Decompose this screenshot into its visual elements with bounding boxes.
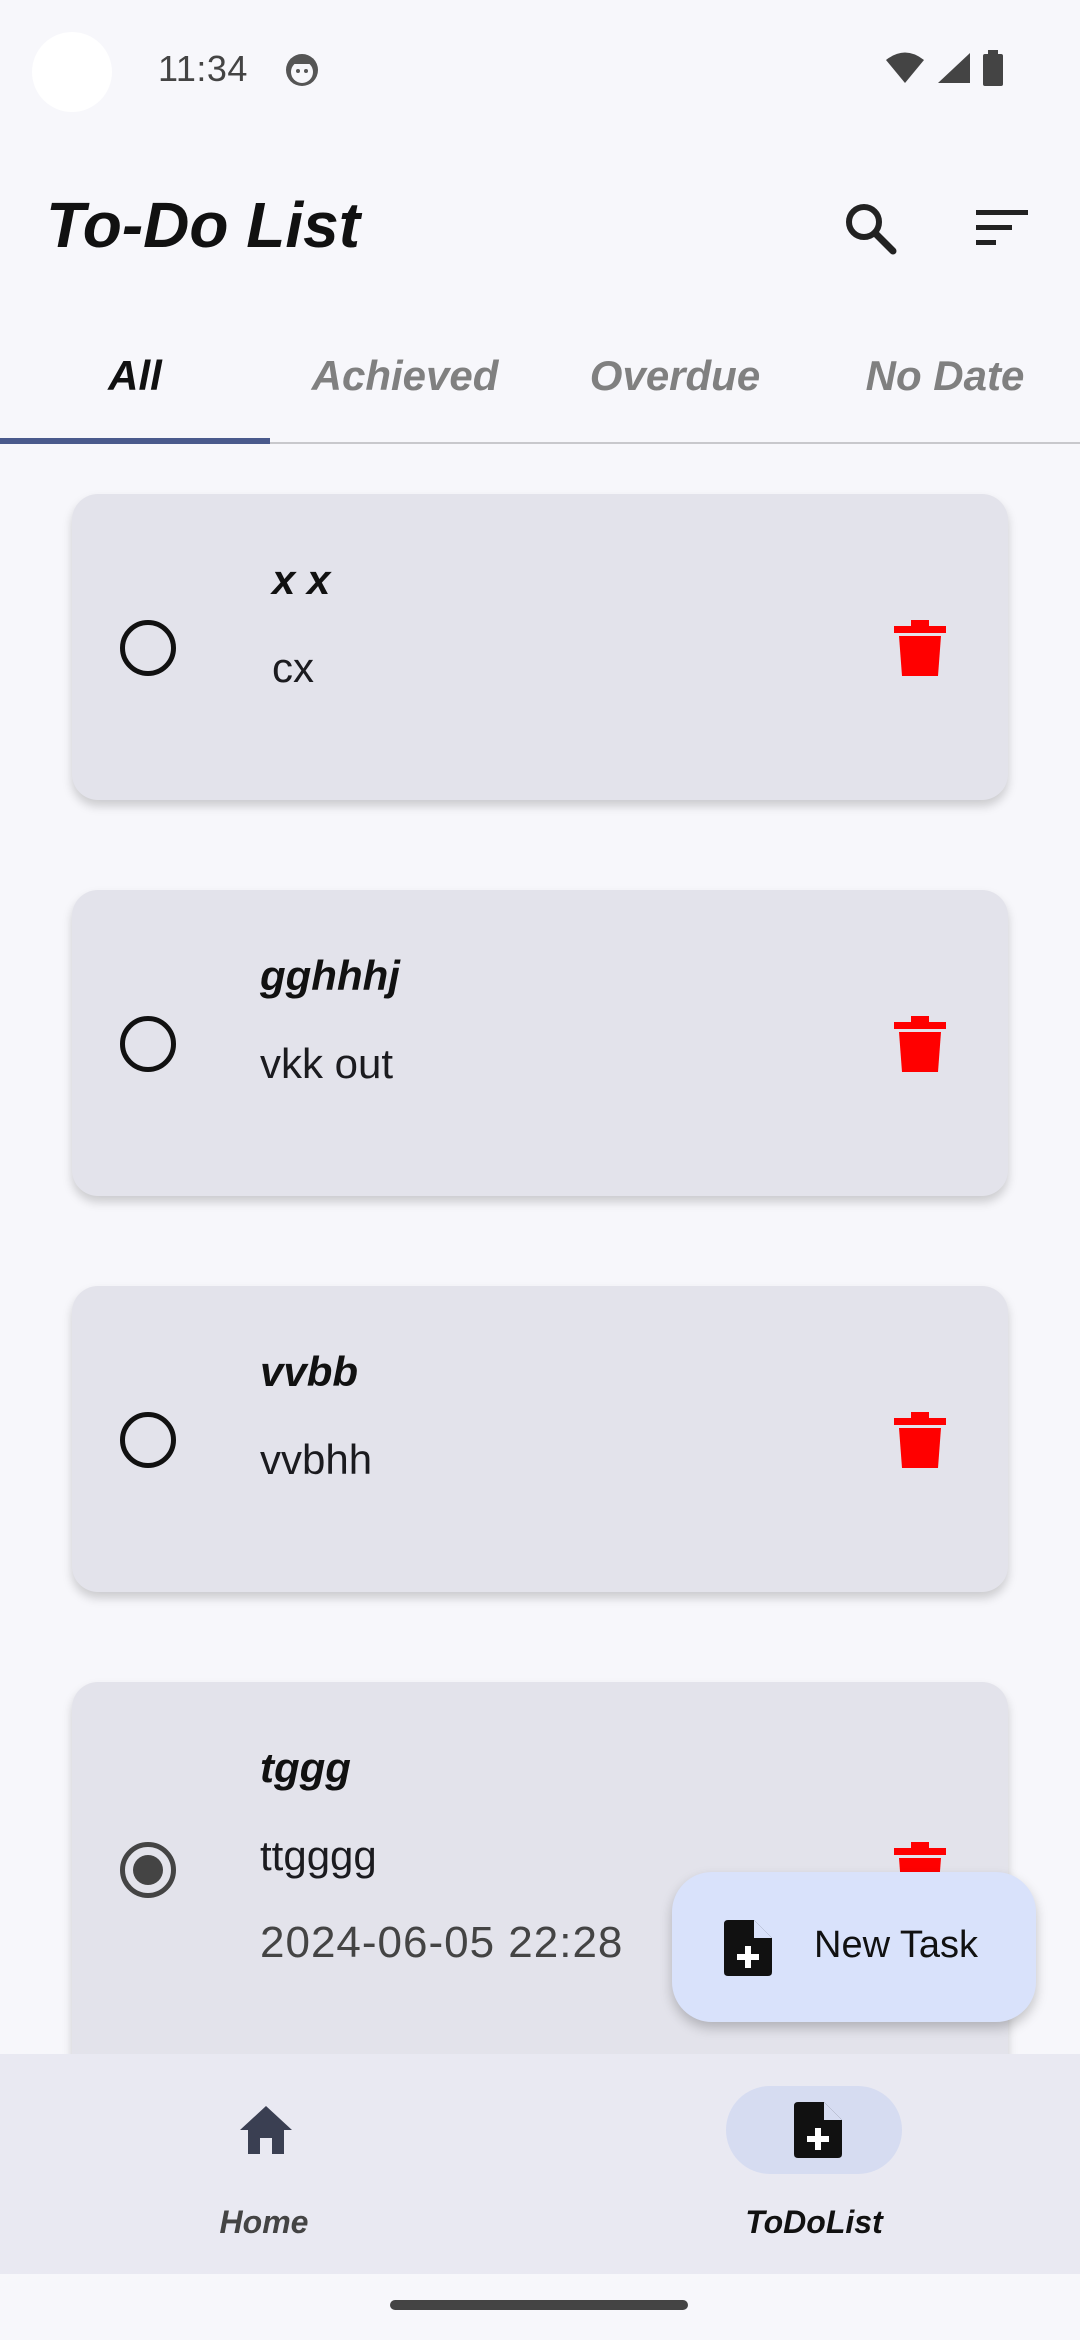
task-title: gghhhj [260,952,400,999]
nav-label-home: Home [219,2204,309,2240]
nav-item-home[interactable]: Home [0,2054,540,2274]
battery-icon [983,50,1003,86]
new-task-label: New Task [814,1924,979,1966]
page-title: To-Do List [46,189,360,261]
new-task-button[interactable]: New Task [672,1872,1036,2022]
task-description: ttgggg [260,1832,377,1879]
tab-overdue[interactable]: Overdue [540,310,810,442]
signal-icon [938,53,970,83]
status-icons [884,50,1004,86]
wifi-icon [886,52,924,83]
task-list[interactable]: x x cx gghhhj vkk out vvbb vvbhh tggg tt… [0,446,1080,2054]
task-complete-radio[interactable] [120,620,176,676]
task-description: vkk out [260,1040,394,1087]
tab-no-date[interactable]: No Date [810,310,1080,442]
task-due-date: 2024-06-05 22:28 [260,1918,624,1967]
gesture-handle[interactable] [390,2300,688,2310]
sort-icon [976,210,1028,245]
app-bar: To-Do List [0,140,1080,310]
delete-icon[interactable] [894,1016,946,1072]
camera-cutout [32,32,112,112]
home-icon [240,2106,292,2154]
bottom-navigation: Home ToDoList [0,2054,1080,2274]
nav-label-todolist: ToDoList [745,2204,883,2240]
task-title: vvbb [260,1348,359,1395]
task-title: x x [272,556,331,603]
task-card[interactable]: x x cx [72,494,1008,800]
nav-item-todolist[interactable]: ToDoList [540,2054,1080,2274]
task-complete-radio[interactable] [120,1412,176,1468]
task-description: cx [272,644,314,691]
filter-tabs: All Achieved Overdue No Date [0,310,1080,444]
task-card[interactable]: gghhhj vkk out [72,890,1008,1196]
status-time: 11:34 [158,48,248,89]
task-description: vvbhh [260,1436,373,1483]
task-title: tggg [260,1744,351,1791]
tab-achieved[interactable]: Achieved [270,310,540,442]
search-button[interactable] [838,196,902,260]
new-file-icon [724,1920,772,1976]
task-card[interactable]: vvbb vvbhh [72,1286,1008,1592]
tab-all[interactable]: All [0,310,270,444]
search-icon [846,204,897,255]
sort-button[interactable] [970,196,1034,260]
new-file-icon [794,2102,842,2158]
delete-icon[interactable] [894,1412,946,1468]
status-bar: 11:34 [0,0,1080,130]
task-complete-radio[interactable] [120,1842,176,1898]
task-complete-radio[interactable] [120,1016,176,1072]
delete-icon[interactable] [894,620,946,676]
notification-face-icon [286,54,318,86]
